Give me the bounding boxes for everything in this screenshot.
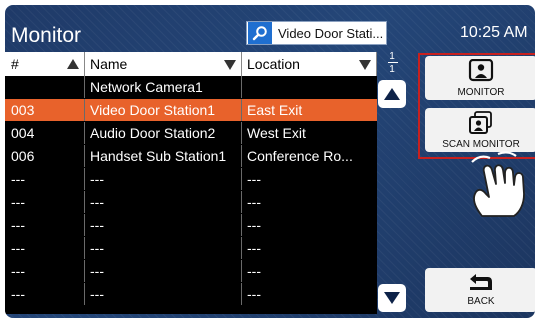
- table-row[interactable]: --- --- ---: [5, 237, 377, 259]
- search-field[interactable]: Video Door Stati...: [246, 21, 387, 45]
- monitor-button[interactable]: MONITOR: [425, 56, 535, 100]
- row-number: ---: [5, 191, 85, 213]
- monitor-icon: [468, 58, 494, 81]
- row-number: ---: [5, 168, 85, 190]
- row-name: ---: [85, 283, 242, 305]
- row-number: ---: [5, 283, 85, 305]
- row-number: ---: [5, 214, 85, 236]
- sort-descending-icon: [224, 60, 236, 70]
- row-location: Conference Ro...: [247, 148, 353, 164]
- row-location: ---: [247, 263, 261, 279]
- arrow-up-icon: [384, 88, 400, 100]
- scan-monitor-button[interactable]: SCAN MONITOR: [425, 108, 535, 152]
- column-header-name[interactable]: Name: [85, 52, 242, 76]
- search-value: Video Door Stati...: [278, 25, 384, 41]
- row-location: ---: [247, 217, 261, 233]
- row-number: [5, 76, 85, 98]
- sort-ascending-icon: [67, 59, 79, 69]
- row-number: ---: [5, 260, 85, 282]
- monitor-button-label: MONITOR: [457, 86, 505, 98]
- clock: 10:25 AM: [460, 24, 528, 41]
- column-header-location-label: Location: [247, 56, 300, 72]
- row-name: Video Door Station1: [85, 99, 242, 121]
- row-name: Handset Sub Station1: [85, 145, 242, 167]
- back-button-label: BACK: [467, 295, 495, 307]
- row-number: ---: [5, 237, 85, 259]
- back-button[interactable]: BACK: [425, 268, 535, 312]
- arrow-down-icon: [384, 292, 400, 304]
- page-total: 1: [389, 64, 395, 75]
- row-name: ---: [85, 214, 242, 236]
- device-table: # Name Location Network Camera1 003 Vide…: [5, 52, 377, 314]
- row-number: 004: [5, 122, 85, 144]
- row-location: [242, 76, 377, 98]
- page-title: Monitor: [11, 24, 82, 47]
- row-name: ---: [85, 260, 242, 282]
- scan-monitor-button-label: SCAN MONITOR: [442, 138, 520, 150]
- column-header-name-label: Name: [90, 56, 128, 72]
- table-row[interactable]: Network Camera1: [5, 76, 377, 98]
- sort-descending-icon: [359, 60, 371, 70]
- column-header-number-label: #: [11, 56, 19, 72]
- table-row[interactable]: 006 Handset Sub Station1 Conference Ro..…: [5, 145, 377, 167]
- page-divider: [388, 62, 398, 63]
- row-location: West Exit: [247, 125, 306, 141]
- table-row-selected[interactable]: 003 Video Door Station1 East Exit: [5, 99, 377, 121]
- row-location: ---: [247, 194, 261, 210]
- row-number: 006: [5, 145, 85, 167]
- row-name: Audio Door Station2: [85, 122, 242, 144]
- row-number: 003: [5, 99, 85, 121]
- row-location: ---: [247, 171, 261, 187]
- row-name: ---: [85, 237, 242, 259]
- row-location: East Exit: [247, 102, 303, 118]
- page-current: 1: [389, 51, 395, 62]
- scroll-down-button[interactable]: [378, 284, 406, 312]
- table-row[interactable]: --- --- ---: [5, 214, 377, 236]
- table-row[interactable]: --- --- ---: [5, 168, 377, 190]
- row-location: ---: [247, 240, 261, 256]
- column-header-location[interactable]: Location: [242, 52, 377, 76]
- table-row[interactable]: --- --- ---: [5, 283, 377, 305]
- back-arrow-icon: [470, 273, 492, 290]
- table-row[interactable]: --- --- ---: [5, 260, 377, 282]
- scroll-up-button[interactable]: [378, 80, 406, 108]
- pointing-hand-icon: [471, 151, 525, 217]
- column-header-number[interactable]: #: [5, 52, 85, 76]
- monitor-screen: Monitor Video Door Stati... 10:25 AM # N…: [5, 5, 535, 318]
- row-name: Network Camera1: [85, 76, 242, 98]
- table-row[interactable]: --- --- ---: [5, 191, 377, 213]
- search-icon[interactable]: [248, 22, 272, 44]
- table-header: # Name Location: [5, 52, 377, 76]
- row-name: ---: [85, 168, 242, 190]
- row-location: ---: [247, 286, 261, 302]
- table-row[interactable]: 004 Audio Door Station2 West Exit: [5, 122, 377, 144]
- row-name: ---: [85, 191, 242, 213]
- scan-monitor-icon: [469, 110, 492, 134]
- page-indicator: 1 1: [378, 51, 406, 77]
